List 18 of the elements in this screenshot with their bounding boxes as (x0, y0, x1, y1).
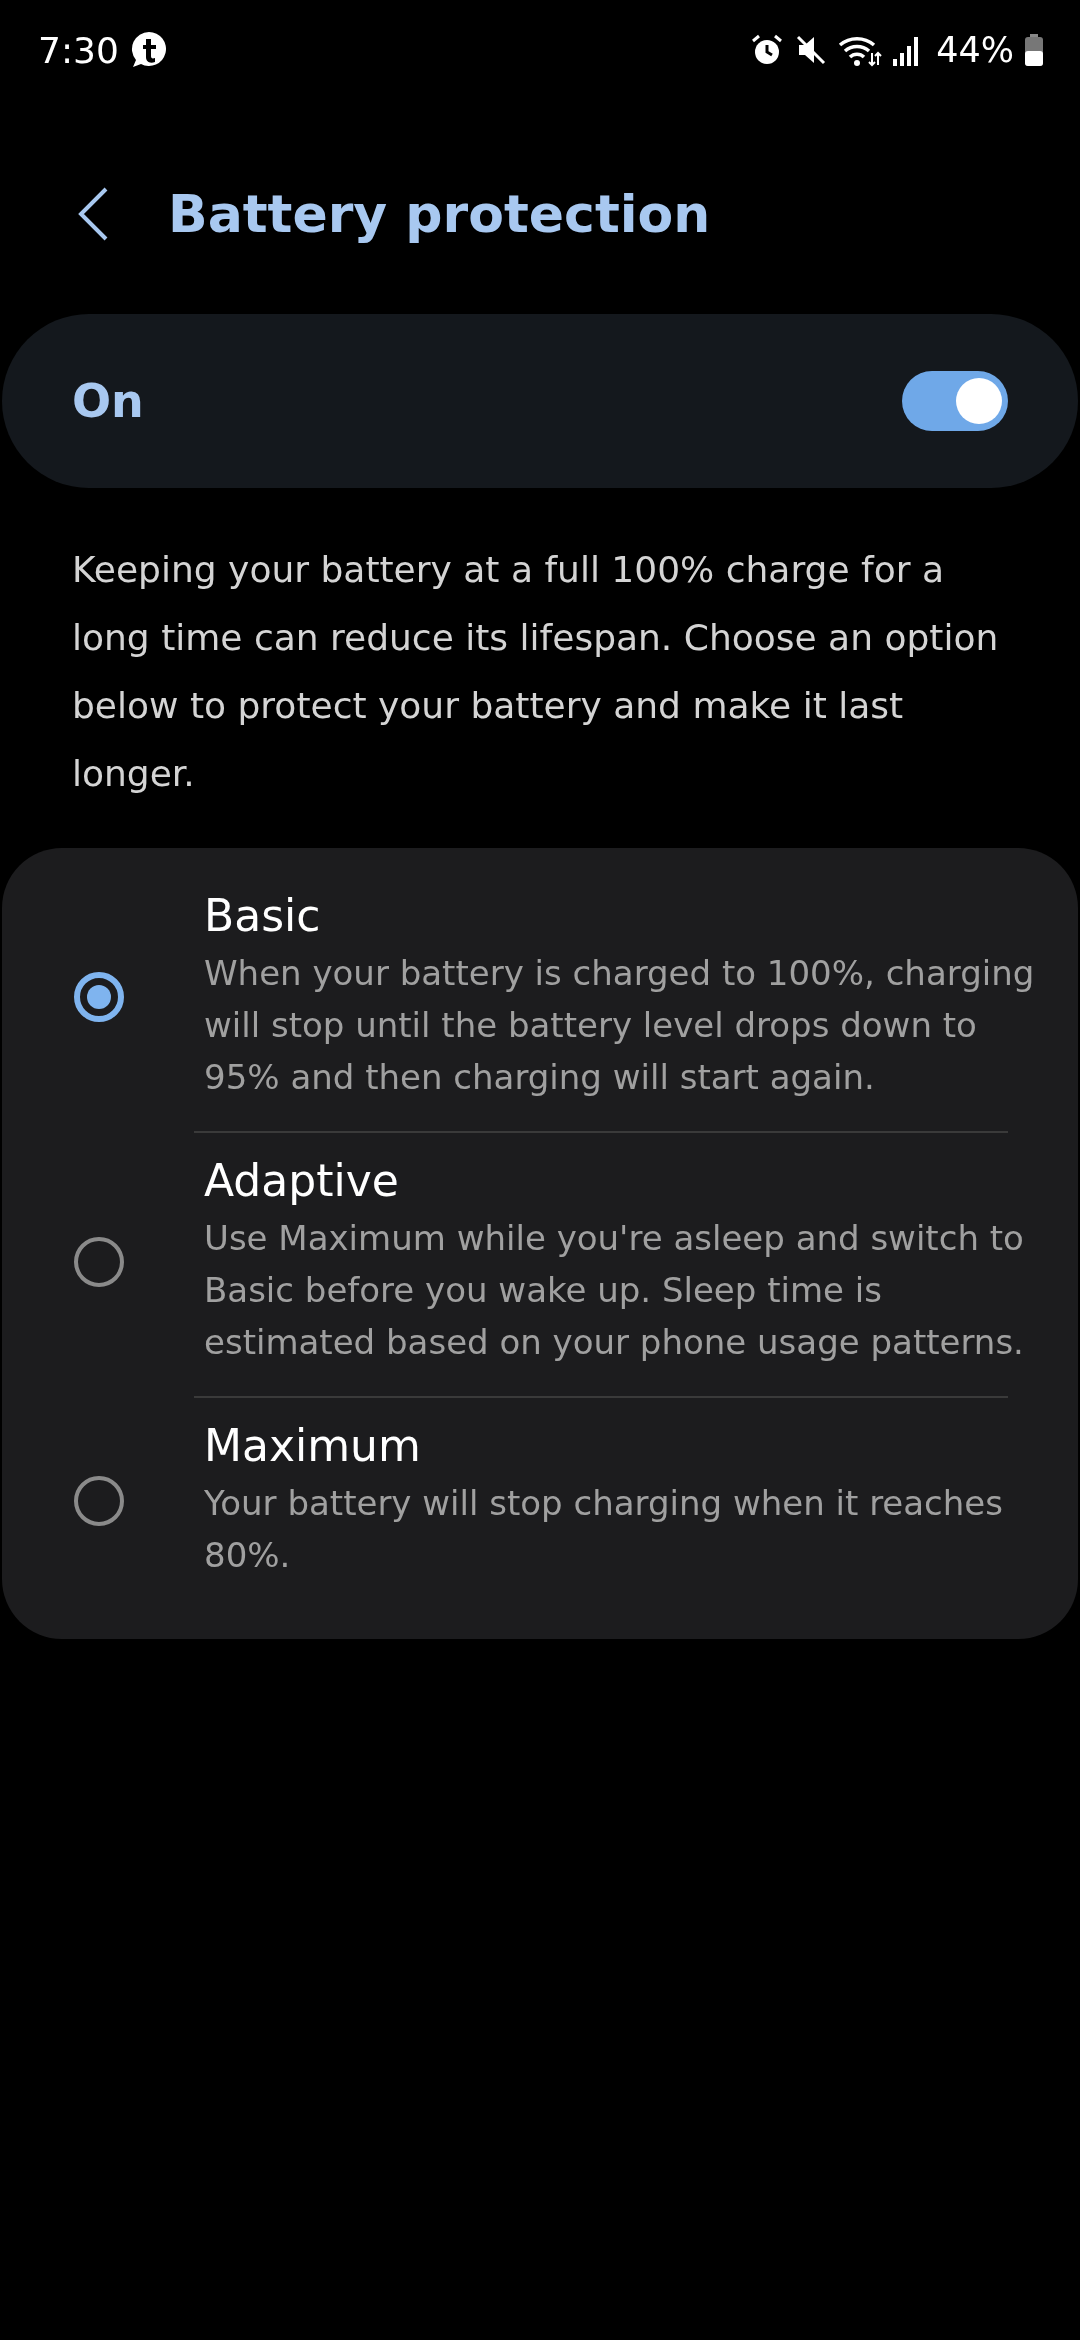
toggle-switch[interactable] (902, 371, 1008, 431)
radio-button[interactable] (74, 1236, 124, 1287)
option-title: Basic (204, 890, 322, 941)
option-description: Use Maximum while you're asleep and switch to Basic before you wake up. Sleep time is estimated based on your phone usage patterns. (204, 1217, 1025, 1364)
option-description: When your battery is charged to 100%, charging will stop until the battery level drops down to 95% and then charging will start again. (204, 952, 1036, 1099)
page-title: Battery protection (168, 184, 711, 244)
switch-label: On (72, 374, 144, 428)
radio-button[interactable] (74, 971, 124, 1022)
status-time: 7:30 (38, 29, 119, 71)
battery-percent: 44% (936, 30, 1014, 70)
back-icon[interactable] (76, 186, 110, 242)
radio-button[interactable] (74, 1475, 124, 1526)
option-description: Your battery will stop charging when it reaches 80%. (204, 1482, 1004, 1577)
option-title: Maximum (204, 1420, 422, 1471)
description-text: Keeping your battery at a full 100% charge for a long time can reduce its lifespan. Choose an option below to protect your battery and make it last longer. (72, 548, 1000, 796)
alarm-icon (750, 33, 785, 67)
battery-icon (1024, 33, 1044, 67)
option-title: Adaptive (204, 1155, 400, 1206)
